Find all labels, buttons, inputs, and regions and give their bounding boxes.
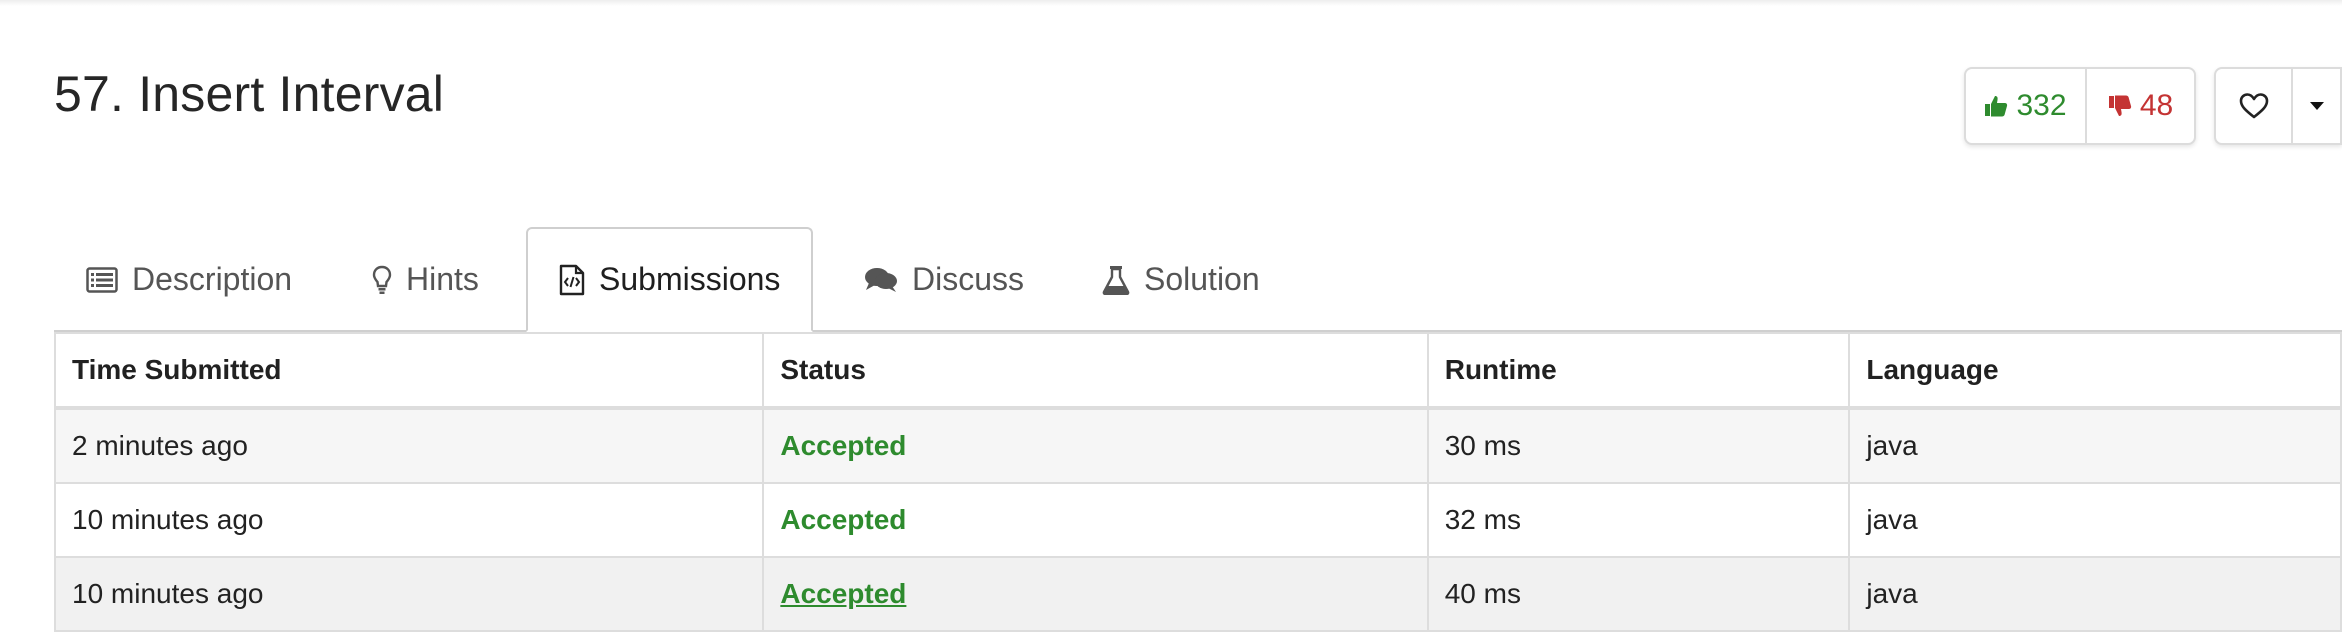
tab-submissions[interactable]: Submissions [526, 227, 814, 332]
tab-description-label: Description [132, 261, 293, 297]
favorite-button[interactable] [2216, 69, 2293, 143]
tab-discuss[interactable]: Discuss [864, 227, 1024, 332]
vote-group: 332 48 [1964, 67, 2196, 145]
tab-hints-label: Hints [406, 261, 479, 297]
tab-submissions-label: Submissions [599, 261, 781, 297]
cell-status: Accepted [762, 556, 1429, 632]
cell-language: java [1848, 482, 2342, 558]
tab-description[interactable]: Description [86, 227, 292, 332]
header-time-submitted[interactable]: Time Submitted [53, 332, 765, 410]
cell-runtime: 30 ms [1426, 407, 1851, 484]
top-shadow [0, 0, 2342, 6]
tab-solution[interactable]: Solution [1102, 227, 1260, 332]
table-row: 10 minutes ago Accepted 32 ms java [53, 482, 2342, 558]
caret-down-icon [2309, 102, 2324, 110]
like-count: 332 [2016, 89, 2067, 122]
status-link[interactable]: Accepted [780, 430, 906, 461]
code-file-icon [559, 264, 585, 295]
page-title: 57. Insert Interval [54, 66, 445, 122]
flask-icon [1102, 265, 1130, 295]
status-link[interactable]: Accepted [780, 504, 906, 535]
dislike-button[interactable]: 48 [2087, 69, 2194, 143]
cell-language: java [1848, 556, 2342, 632]
table-row: 10 minutes ago Accepted 40 ms java [53, 556, 2342, 632]
cell-runtime: 32 ms [1426, 482, 1851, 558]
status-link[interactable]: Accepted [780, 578, 906, 609]
comments-icon [865, 267, 897, 292]
lightbulb-icon [372, 265, 392, 294]
cell-time-submitted: 2 minutes ago [53, 407, 765, 484]
table-header-row: Time Submitted Status Runtime Language [53, 332, 2342, 410]
tab-discuss-label: Discuss [912, 261, 1025, 297]
list-icon [86, 266, 118, 293]
submissions-table: Time Submitted Status Runtime Language 2… [53, 332, 2342, 632]
tab-bar: Description Hints Submissions Discuss So… [54, 227, 2342, 332]
favorite-group [2214, 67, 2342, 145]
dislike-count: 48 [2139, 89, 2174, 122]
cell-status: Accepted [762, 482, 1429, 558]
cell-status: Accepted [762, 407, 1429, 484]
tab-hints[interactable]: Hints [372, 227, 479, 332]
page: 57. Insert Interval 332 48 Description H… [0, 0, 2342, 632]
like-button[interactable]: 332 [1966, 69, 2087, 143]
cell-time-submitted: 10 minutes ago [53, 482, 765, 558]
table-row: 2 minutes ago Accepted 30 ms java [53, 407, 2342, 484]
header-status[interactable]: Status [762, 332, 1429, 410]
header-language[interactable]: Language [1848, 332, 2342, 410]
thumbs-down-icon [2108, 95, 2131, 116]
favorite-dropdown-button[interactable] [2293, 69, 2342, 143]
cell-time-submitted: 10 minutes ago [53, 556, 765, 632]
tab-solution-label: Solution [1144, 261, 1260, 297]
cell-runtime: 40 ms [1426, 556, 1851, 632]
cell-language: java [1848, 407, 2342, 484]
heart-icon [2239, 93, 2268, 119]
thumbs-up-icon [1985, 96, 2008, 117]
header-runtime[interactable]: Runtime [1426, 332, 1851, 410]
